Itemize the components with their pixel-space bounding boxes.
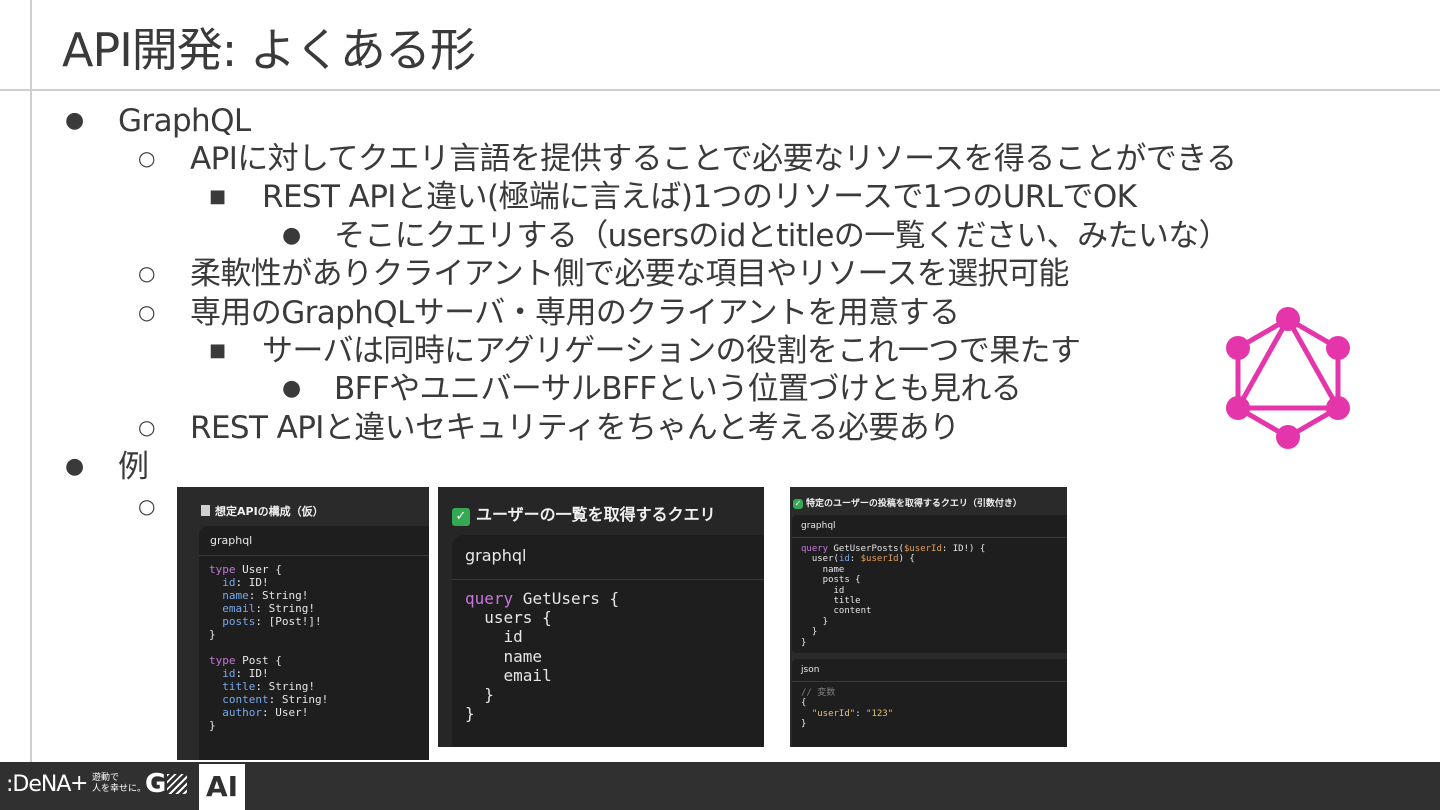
bullet-item: 例 xyxy=(118,449,149,485)
code-lang-label: json xyxy=(801,665,820,675)
stripe-mark-icon xyxy=(167,774,188,794)
schema-header: 想定APIの構成（仮） xyxy=(201,503,324,519)
graphql-logo-icon xyxy=(1226,307,1350,449)
schema-code: type User { id: ID! name: String! email:… xyxy=(209,563,329,732)
posts-query-header: ✓ 特定のユーザーの投稿を取得するクエリ（引数付き） xyxy=(793,499,1022,509)
bullet-disc-icon: ● xyxy=(65,108,85,133)
panel-divider xyxy=(792,681,1067,682)
bullet-item: 専用のGraphQLサーバ・専用のクライアントを用意する xyxy=(190,295,960,331)
bullet-item: REST APIと違い(極端に言えば)1つのリソースで1つのURLでOK xyxy=(262,179,1137,215)
bullet-disc-icon: ● xyxy=(282,223,302,248)
bullet-item: そこにクエリする（usersのidとtitleの一覧ください、みたいな） xyxy=(334,218,1230,254)
schema-screenshot: 想定APIの構成（仮） graphql type User { id: ID! … xyxy=(177,487,429,760)
footer-plus: + xyxy=(70,771,89,796)
check-mark-icon: ✓ xyxy=(452,508,470,526)
panel-divider xyxy=(792,537,1067,538)
bullet-circle-icon: ○ xyxy=(138,261,156,285)
panel-divider xyxy=(452,579,764,580)
panel-divider xyxy=(199,555,429,556)
variables-code: // 変数 { "userId": "123" } xyxy=(801,688,894,730)
bullet-square-icon: ■ xyxy=(209,340,227,361)
check-mark-icon: ✓ xyxy=(793,499,803,509)
bullet-circle-icon: ○ xyxy=(138,415,156,439)
users-query-header: ✓ ユーザーの一覧を取得するクエリ xyxy=(452,501,716,526)
bullet-circle-icon: ○ xyxy=(138,300,156,324)
users-query-screenshot: ✓ ユーザーの一覧を取得するクエリ graphql query GetUsers … xyxy=(438,487,764,747)
footer-tagline: 遊動で 人を幸せに。 xyxy=(92,773,147,794)
footer-mark: G xyxy=(145,769,188,799)
bullet-square-icon: ■ xyxy=(209,186,227,207)
users-query-code: query GetUsers { users { id name email }… xyxy=(465,589,620,724)
memo-icon xyxy=(201,505,210,516)
bullet-item: GraphQL xyxy=(118,103,251,139)
ai-badge: AI xyxy=(199,764,245,810)
left-margin-rule xyxy=(30,0,32,762)
bullet-item: サーバは同時にアグリゲーションの役割をこれ一つで果たす xyxy=(262,333,1081,369)
code-lang-label: graphql xyxy=(210,534,253,547)
posts-query-screenshot: ✓ 特定のユーザーの投稿を取得するクエリ（引数付き） graphql query … xyxy=(790,487,1067,747)
bullet-circle-icon: ○ xyxy=(138,494,156,518)
title-divider xyxy=(0,89,1440,91)
bullet-circle-icon: ○ xyxy=(138,146,156,170)
dena-logo: :DeNA xyxy=(6,772,71,797)
posts-query-code: query GetUserPosts($userId: ID!) { user(… xyxy=(801,544,986,648)
code-lang-label: graphql xyxy=(465,546,527,565)
bullet-item: APIに対してクエリ言語を提供することで必要なリソースを得ることができる xyxy=(190,141,1237,177)
bullet-disc-icon: ● xyxy=(282,376,302,401)
bullet-item: REST APIと違いセキュリティをちゃんと考える必要あり xyxy=(190,410,960,446)
bullet-disc-icon: ● xyxy=(65,454,85,479)
bullet-item: BFFやユニバーサルBFFという位置づけとも見れる xyxy=(334,371,1022,407)
footer-bar: :DeNA + 遊動で 人を幸せに。 G AI xyxy=(0,762,1440,810)
code-lang-label: graphql xyxy=(801,521,836,531)
slide-title: API開発: よくある形 xyxy=(62,23,476,77)
bullet-item: 柔軟性がありクライアント側で必要な項目やリソースを選択可能 xyxy=(190,256,1069,292)
